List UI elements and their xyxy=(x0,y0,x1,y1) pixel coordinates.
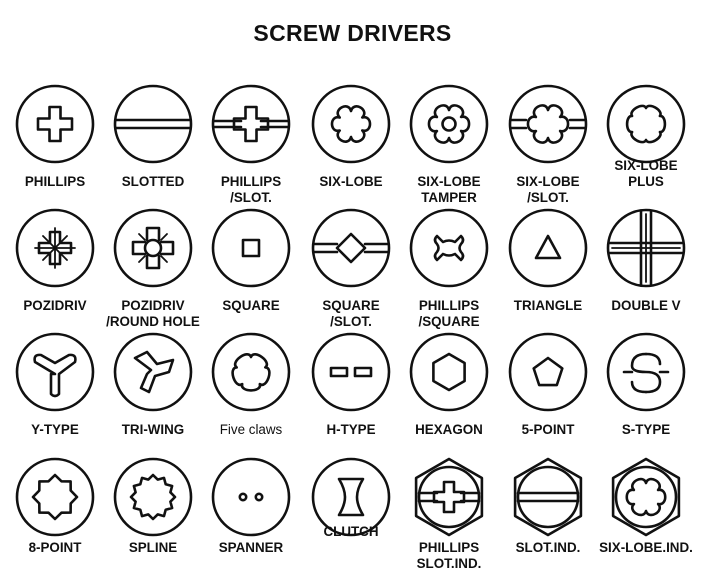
six-lobe-tamper-icon xyxy=(409,84,489,164)
drive-label: SPLINE xyxy=(128,540,178,555)
drive-item: SIX-LOBE.IND. xyxy=(598,455,694,575)
drive-item: TRIANGLE xyxy=(500,206,596,326)
drive-item: SIX-LOBE xyxy=(303,82,399,202)
page-title: SCREW DRIVERS xyxy=(253,20,452,46)
spline-icon xyxy=(113,457,193,537)
five-claws-icon xyxy=(211,332,291,412)
drive-label: POZIDRIV xyxy=(23,298,87,313)
drive-label: Y-TYPE xyxy=(31,422,79,437)
drive-item: PHILLIPS /SLOT. xyxy=(203,82,299,205)
drive-item: S-TYPE xyxy=(598,330,694,450)
six-lobe-slot-icon xyxy=(508,84,588,164)
hexagon-icon xyxy=(409,332,489,412)
drive-item: DOUBLE V xyxy=(598,206,694,326)
drive-label: SPANNER xyxy=(218,540,284,555)
drive-label: HEXAGON xyxy=(415,422,483,437)
tri-wing-icon xyxy=(113,332,193,412)
drive-label: SIX-LOBE /SLOT. xyxy=(516,174,580,205)
five-point-icon xyxy=(508,332,588,412)
drive-label: S-TYPE xyxy=(621,422,671,437)
drive-label: SLOTTED xyxy=(121,174,185,189)
pozidriv-icon xyxy=(15,208,95,288)
drive-label: SIX-LOBE TAMPER xyxy=(417,174,481,205)
drive-label: PHILLIPS SLOT.IND. xyxy=(416,540,482,571)
double-v-icon xyxy=(606,208,686,288)
drive-item: PHILLIPS /SQUARE xyxy=(401,206,497,329)
drive-label: Five claws xyxy=(219,422,283,437)
drive-item: SPANNER xyxy=(203,455,299,575)
drive-label: SIX-LOBE.IND. xyxy=(599,540,693,555)
drive-label: TRI-WING xyxy=(121,422,185,437)
drive-label: 5-POINT xyxy=(521,422,575,437)
drive-label: SQUARE xyxy=(222,298,280,313)
h-type-icon xyxy=(311,332,391,412)
drive-item: SIX-LOBE TAMPER xyxy=(401,82,497,205)
drive-item: PHILLIPS xyxy=(7,82,103,202)
drive-item: CLUTCH xyxy=(303,455,399,575)
drive-item: SQUARE xyxy=(203,206,299,326)
drive-item: H-TYPE xyxy=(303,330,399,450)
drive-item: HEXAGON xyxy=(401,330,497,450)
drive-label: TRIANGLE xyxy=(513,298,583,313)
phillips-slot-ind-icon xyxy=(414,457,484,537)
six-lobe-plus-icon xyxy=(606,84,686,164)
drive-label: SIX-LOBE PLUS xyxy=(614,158,678,189)
triangle-icon xyxy=(508,208,588,288)
slotted-icon xyxy=(113,84,193,164)
spanner-icon xyxy=(211,457,291,537)
s-type-icon xyxy=(606,332,686,412)
drive-item: SQUARE /SLOT. xyxy=(303,206,399,329)
pozidriv-round-hole-icon xyxy=(113,208,193,288)
drive-label: SIX-LOBE xyxy=(319,174,383,189)
drive-item: 8-POINT xyxy=(7,455,103,575)
drive-label: SQUARE /SLOT. xyxy=(322,298,380,329)
drive-label: POZIDRIV /ROUND HOLE xyxy=(106,298,200,329)
drive-label: 8-POINT xyxy=(28,540,82,555)
drive-label: H-TYPE xyxy=(326,422,376,437)
drive-item: Y-TYPE xyxy=(7,330,103,450)
drive-item: POZIDRIV /ROUND HOLE xyxy=(105,206,201,329)
drive-item: TRI-WING xyxy=(105,330,201,450)
phillips-slot-icon xyxy=(211,84,291,164)
eight-point-icon xyxy=(15,457,95,537)
drive-item: PHILLIPS SLOT.IND. xyxy=(401,455,497,575)
drive-item: 5-POINT xyxy=(500,330,596,450)
slot-ind-icon xyxy=(513,457,583,537)
square-icon xyxy=(211,208,291,288)
drive-label: DOUBLE V xyxy=(611,298,681,313)
drive-item: SIX-LOBE PLUS xyxy=(598,82,694,202)
drive-label: SLOT.IND. xyxy=(515,540,581,555)
drive-label: CLUTCH xyxy=(323,524,379,539)
drive-item: Five claws xyxy=(203,330,299,450)
square-slot-icon xyxy=(311,208,391,288)
drive-item: SLOTTED xyxy=(105,82,201,202)
drive-item: SIX-LOBE /SLOT. xyxy=(500,82,596,205)
phillips-icon xyxy=(15,84,95,164)
drive-label: PHILLIPS xyxy=(24,174,86,189)
drive-label: PHILLIPS /SQUARE xyxy=(418,298,480,329)
phillips-square-icon xyxy=(409,208,489,288)
six-lobe-ind-icon xyxy=(611,457,681,537)
drive-item: POZIDRIV xyxy=(7,206,103,326)
drive-item: SLOT.IND. xyxy=(500,455,596,575)
drive-item: SPLINE xyxy=(105,455,201,575)
drive-label: PHILLIPS /SLOT. xyxy=(220,174,282,205)
y-type-icon xyxy=(15,332,95,412)
six-lobe-icon xyxy=(311,84,391,164)
